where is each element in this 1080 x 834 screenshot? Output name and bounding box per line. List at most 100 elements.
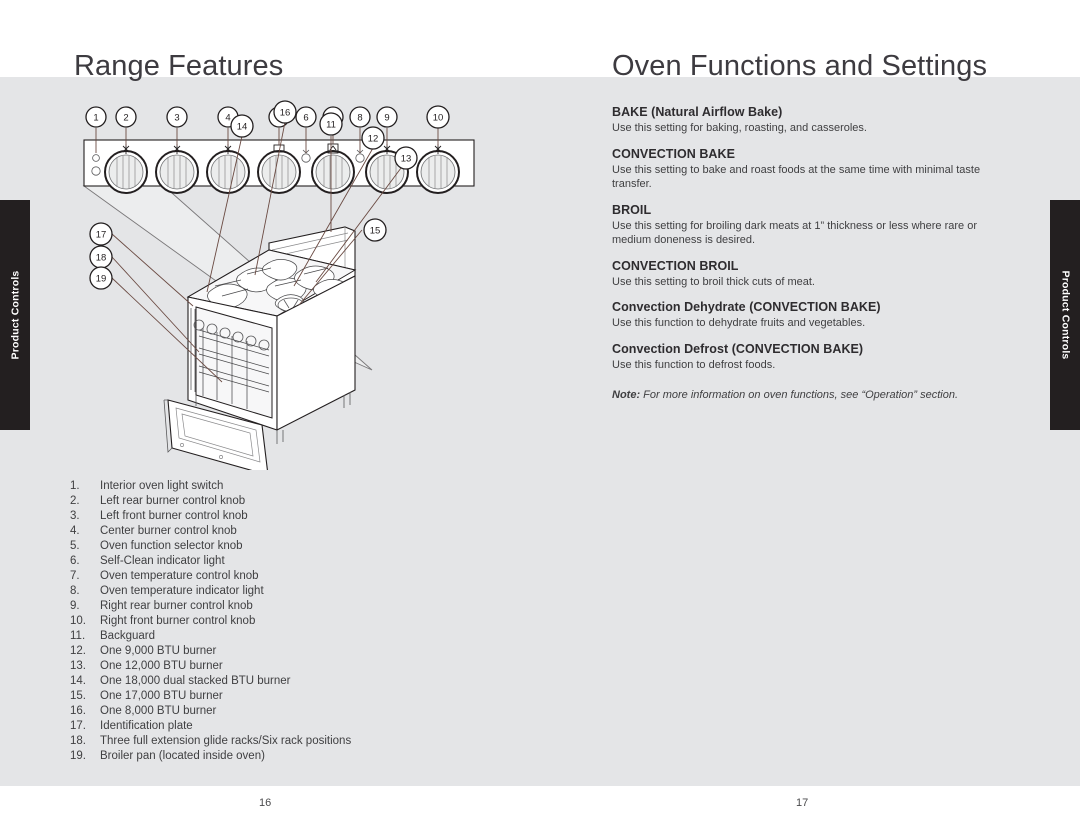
oven-function-description: Use this function to defrost foods. xyxy=(612,358,776,371)
legend-item-text: Oven function selector knob xyxy=(100,540,243,552)
legend-item: 12. One 9,000 BTU burner xyxy=(70,644,530,659)
legend-item-number: 16. xyxy=(70,705,86,717)
callout-15: 15 xyxy=(363,218,387,242)
callout-12: 12 xyxy=(361,126,385,150)
side-tab-left-label: Product Controls xyxy=(9,270,22,360)
legend-item: 9. Right rear burner control knob xyxy=(70,599,530,614)
oven-function-block: CONVECTION BAKE Use this setting to bake … xyxy=(612,147,1012,192)
oven-function-heading: CONVECTION BAKE xyxy=(612,146,735,161)
legend-item-text: One 9,000 BTU burner xyxy=(100,645,217,657)
legend-item: 16. One 8,000 BTU burner xyxy=(70,704,530,719)
svg-text:13: 13 xyxy=(401,154,412,165)
knob-right-front xyxy=(416,150,460,194)
legend-item-text: Left front burner control knob xyxy=(100,510,248,522)
side-tab-right: Product Controls xyxy=(1050,200,1080,430)
legend-item-number: 13. xyxy=(70,660,86,672)
knob-oven-temperature xyxy=(311,150,355,194)
legend-item-text: One 8,000 BTU burner xyxy=(100,705,217,717)
knob-oven-function-selector xyxy=(257,150,301,194)
callout-14: 14 xyxy=(230,114,254,138)
callout-3: 3 xyxy=(166,106,188,128)
legend-item: 4. Center burner control knob xyxy=(70,524,530,539)
range-diagram: .ln{fill:none;stroke:#231f20;stroke-widt… xyxy=(72,100,542,470)
legend-item-text: Backguard xyxy=(100,630,155,642)
legend-item-number: 2. xyxy=(70,495,80,507)
callout-16: 16 xyxy=(273,100,297,124)
note-label: Note: xyxy=(612,389,641,401)
left-page-title: Range Features xyxy=(74,50,284,82)
legend-item-text: Broiler pan (located inside oven) xyxy=(100,750,265,762)
legend-item-number: 19. xyxy=(70,750,86,762)
callout-9: 9 xyxy=(376,106,398,128)
oven-functions-list: BAKE (Natural Airflow Bake) Use this sett… xyxy=(612,105,1012,414)
manual-page-spread: Range Features Oven Functions and Settin… xyxy=(0,0,1080,834)
control-panel-enlargement xyxy=(83,139,475,194)
legend-item: 17. Identification plate xyxy=(70,719,530,734)
svg-text:15: 15 xyxy=(370,226,381,237)
side-tab-left: Product Controls xyxy=(0,200,30,430)
legend-item-text: Left rear burner control knob xyxy=(100,495,246,507)
note-paragraph: Note: For more information on oven funct… xyxy=(612,388,1012,403)
legend-item-text: One 17,000 BTU burner xyxy=(100,690,223,702)
bottom-white-band xyxy=(0,786,1080,834)
callout-6: 6 xyxy=(295,106,317,128)
legend-item: 6. Self-Clean indicator light xyxy=(70,554,530,569)
legend-item-text: Oven temperature indicator light xyxy=(100,585,264,597)
oven-function-heading: BAKE (Natural Airflow Bake) xyxy=(612,105,783,119)
svg-text:16: 16 xyxy=(280,108,291,119)
svg-text:9: 9 xyxy=(384,113,389,124)
legend-item-number: 3. xyxy=(70,510,80,522)
panel-callout-bubbles: 1 2 3 4 5 6 7 8 9 10 xyxy=(85,105,450,129)
legend-item: 11. Backguard xyxy=(70,629,530,644)
callout-19: 19 xyxy=(89,266,113,290)
legend-item-number: 9. xyxy=(70,600,80,612)
page-number-right: 17 xyxy=(796,797,809,809)
legend-item-number: 14. xyxy=(70,675,86,687)
legend-item: 14. One 18,000 dual stacked BTU burner xyxy=(70,674,530,689)
legend-item-number: 15. xyxy=(70,690,86,702)
legend-item-number: 17. xyxy=(70,720,86,732)
legend-item: 3. Left front burner control knob xyxy=(70,509,530,524)
legend-item-text: Identification plate xyxy=(100,720,193,732)
oven-function-heading: Convection Defrost (CONVECTION BAKE) xyxy=(612,341,864,356)
legend-item-number: 18. xyxy=(70,735,86,747)
oven-function-description: Use this setting to bake and roast foods… xyxy=(612,163,981,191)
oven-function-block: BROIL Use this setting for broiling dark … xyxy=(612,203,1012,248)
legend-item: 10. Right front burner control knob xyxy=(70,614,530,629)
legend-item: 2. Left rear burner control knob xyxy=(70,494,530,509)
legend-item-text: Interior oven light switch xyxy=(100,480,224,492)
legend-item: 19. Broiler pan (located inside oven) xyxy=(70,749,530,764)
oven-function-block: BAKE (Natural Airflow Bake) Use this sett… xyxy=(612,105,1012,136)
page-number-left: 16 xyxy=(259,797,272,809)
svg-text:11: 11 xyxy=(326,120,336,131)
oven-function-description: Use this function to dehydrate fruits an… xyxy=(612,317,866,329)
knob-left-rear xyxy=(104,150,148,194)
legend-item-text: One 12,000 BTU burner xyxy=(100,660,223,672)
legend-item: 13. One 12,000 BTU burner xyxy=(70,659,530,674)
callout-17: 17 xyxy=(89,222,113,246)
legend-item-number: 4. xyxy=(70,525,80,537)
oven-function-heading: Convection Dehydrate (CONVECTION BAKE) xyxy=(612,300,881,314)
oven-function-description: Use this setting for broiling dark meats… xyxy=(612,219,977,247)
legend-item-number: 10. xyxy=(70,615,86,627)
legend-item: 1. Interior oven light switch xyxy=(70,479,530,494)
oven-function-description: Use this setting for baking, roasting, a… xyxy=(612,122,867,134)
callout-2: 2 xyxy=(115,106,137,128)
svg-text:12: 12 xyxy=(368,134,379,145)
oven-function-heading: CONVECTION BROIL xyxy=(612,258,739,273)
legend-item-number: 11. xyxy=(70,630,86,642)
callout-18: 18 xyxy=(89,245,113,269)
legend-item-text: One 18,000 dual stacked BTU burner xyxy=(100,675,291,687)
legend-item-text: Self-Clean indicator light xyxy=(100,555,225,567)
legend-item: 7. Oven temperature control knob xyxy=(70,569,530,584)
svg-text:3: 3 xyxy=(174,113,179,124)
feature-legend-list: 1. Interior oven light switch 2. Left rear … xyxy=(70,479,530,764)
legend-item: 15. One 17,000 BTU burner xyxy=(70,689,530,704)
legend-item-text: Right rear burner control knob xyxy=(100,600,253,612)
svg-text:10: 10 xyxy=(433,113,444,124)
note-text: For more information on oven functions, … xyxy=(640,389,959,401)
side-tab-right-label: Product Controls xyxy=(1059,270,1072,360)
right-page-title: Oven Functions and Settings xyxy=(612,50,988,82)
svg-text:6: 6 xyxy=(303,113,308,124)
callout-8: 8 xyxy=(349,106,371,128)
